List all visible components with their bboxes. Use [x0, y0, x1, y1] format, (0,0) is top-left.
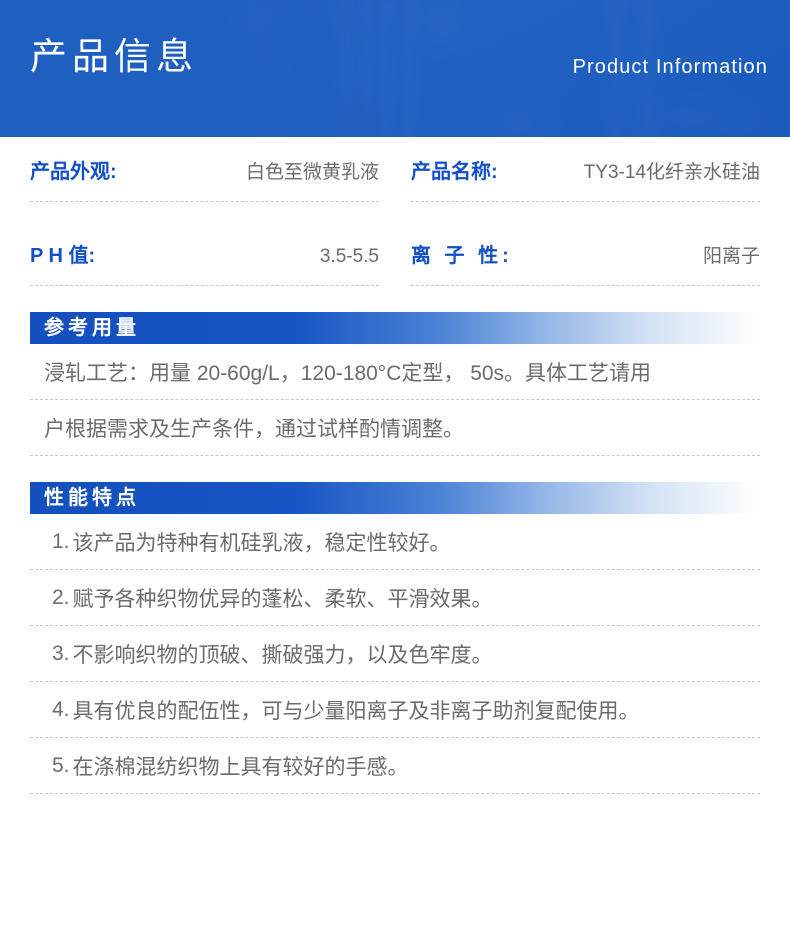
feature-list-item: 4. 具有优良的配伍性，可与少量阳离子及非离子助剂复配使用。 [30, 682, 760, 738]
feature-list-item: 2. 赋予各种织物优异的蓬松、柔软、平滑效果。 [30, 570, 760, 626]
spec-row-ionicity: 离 子 性: 阳离子 [411, 239, 760, 286]
dosage-section-heading: 参考用量 [44, 317, 140, 339]
spec-column-right: 产品名称: TY3-14化纤亲水硅油 离 子 性: 阳离子 [411, 155, 760, 286]
feature-list-item: 1. 该产品为特种有机硅乳液，稳定性较好。 [30, 514, 760, 570]
spec-row-ph: P H 值: 3.5-5.5 [30, 239, 379, 286]
spec-value-ph: 3.5-5.5 [319, 246, 379, 267]
spec-row-appearance: 产品外观: 白色至微黄乳液 [30, 155, 379, 202]
feature-item-number: 1. [52, 529, 70, 553]
page-header-banner: 产品信息 Product Information [0, 0, 790, 137]
features-list: 1. 该产品为特种有机硅乳液，稳定性较好。 2. 赋予各种织物优异的蓬松、柔软、… [0, 514, 790, 794]
spec-label-ionicity: 离 子 性: [411, 245, 513, 267]
spec-label-ph: P H 值: [30, 245, 96, 267]
dosage-section: 参考用量 [0, 312, 790, 344]
features-section: 性能特点 [0, 482, 790, 514]
feature-item-number: 2. [52, 585, 70, 609]
feature-item-text: 赋予各种织物优异的蓬松、柔软、平滑效果。 [72, 587, 493, 611]
features-section-header-bar: 性能特点 [30, 482, 760, 514]
page-subtitle: Product Information [572, 56, 768, 78]
spec-value-appearance: 白色至微黄乳液 [245, 162, 379, 183]
feature-item-text: 具有优良的配伍性，可与少量阳离子及非离子助剂复配使用。 [72, 699, 640, 723]
spec-value-ionicity: 阳离子 [702, 246, 760, 267]
spec-label-appearance: 产品外观: [30, 161, 117, 183]
feature-list-item: 5. 在涤棉混纺织物上具有较好的手感。 [30, 738, 760, 794]
feature-item-number: 3. [52, 641, 70, 665]
spec-column-left: 产品外观: 白色至微黄乳液 P H 值: 3.5-5.5 [30, 155, 379, 286]
feature-item-number: 5. [52, 753, 70, 777]
page-title: 产品信息 [30, 36, 198, 77]
product-spec-table: 产品外观: 白色至微黄乳液 P H 值: 3.5-5.5 产品名称: TY3-1… [0, 155, 790, 286]
feature-item-text: 在涤棉混纺织物上具有较好的手感。 [72, 755, 409, 779]
feature-item-text: 不影响织物的顶破、撕破强力，以及色牢度。 [72, 643, 493, 667]
spec-label-product-name: 产品名称: [411, 161, 498, 183]
dosage-text-block: 浸轧工艺：用量 20-60g/L，120-180°C定型， 50s。具体工艺请用… [0, 344, 790, 456]
dosage-section-header-bar: 参考用量 [30, 312, 760, 344]
spec-row-product-name: 产品名称: TY3-14化纤亲水硅油 [411, 155, 760, 202]
dosage-line: 户根据需求及生产条件，通过试样酌情调整。 [30, 400, 760, 456]
features-section-heading: 性能特点 [44, 487, 140, 509]
dosage-line: 浸轧工艺：用量 20-60g/L，120-180°C定型， 50s。具体工艺请用 [30, 344, 760, 400]
feature-list-item: 3. 不影响织物的顶破、撕破强力，以及色牢度。 [30, 626, 760, 682]
feature-item-number: 4. [52, 697, 70, 721]
spec-value-product-name: TY3-14化纤亲水硅油 [583, 162, 760, 183]
feature-item-text: 该产品为特种有机硅乳液，稳定性较好。 [72, 531, 451, 555]
